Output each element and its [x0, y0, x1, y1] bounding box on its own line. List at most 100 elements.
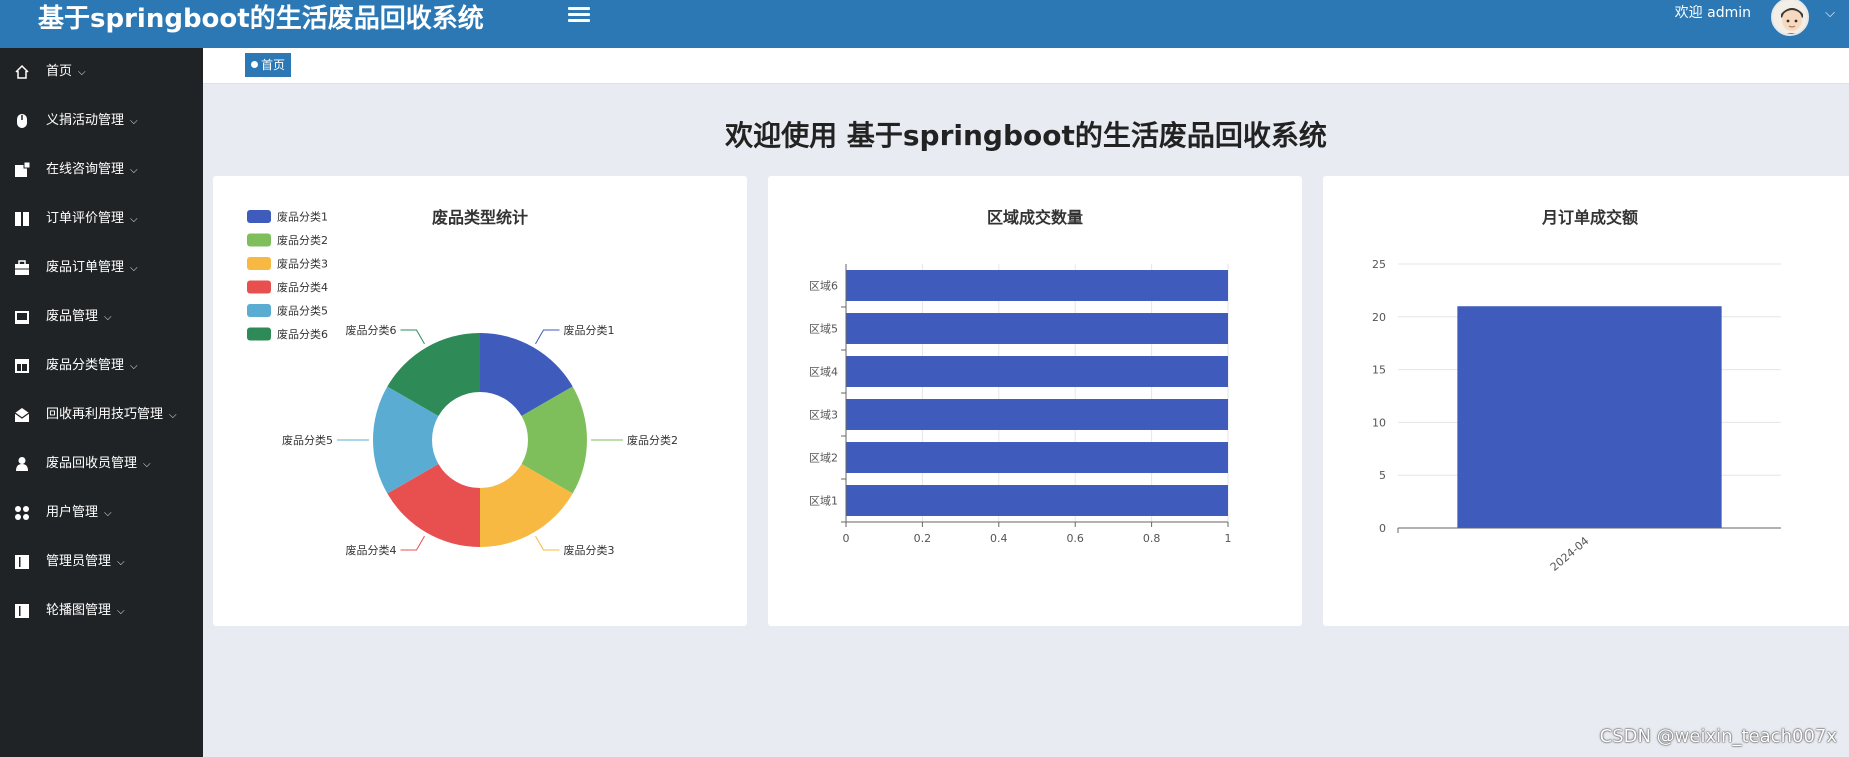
legend-swatch [247, 210, 271, 223]
sidebar-item-label: 义捐活动管理 [46, 113, 125, 128]
tab-bar: 首页 [203, 48, 1849, 84]
app-title: 基于springboot的生活废品回收系统 [38, 4, 484, 34]
legend-label: 废品分类5 [277, 304, 328, 318]
welcome-text: 欢迎 admin [1674, 5, 1751, 21]
legend-swatch [247, 280, 271, 294]
region-bar-chart: 区域成交数量 0 0.2 0.4 0.6 0.8 1 区域1 区域2 区域3 区域4 区域5 区域6 [809, 208, 1232, 545]
tick-label: 0.8 [1143, 532, 1161, 545]
pie-label-line [400, 329, 425, 345]
bar [846, 270, 1228, 301]
chevron-down-icon: ⌵ [117, 606, 125, 617]
top-header: 基于springboot的生活废品回收系统 欢迎 admin ⌵ [0, 0, 1849, 48]
book-icon [15, 555, 29, 569]
legend-label: 废品分类1 [277, 210, 328, 224]
tick-label: 0.4 [990, 532, 1008, 545]
tick-label: 0.2 [914, 532, 932, 545]
tick-label: 区域6 [809, 280, 838, 293]
bar [846, 399, 1228, 430]
sidebar-item-label: 废品回收员管理 [46, 456, 138, 471]
tick-label: 区域3 [809, 409, 838, 422]
chevron-down-icon: ⌵ [130, 263, 138, 274]
legend-label: 废品分类3 [277, 257, 328, 271]
chevron-down-icon: ⌵ [130, 214, 138, 225]
tick-label: 区域5 [809, 323, 838, 336]
tab-home-label: 首页 [261, 58, 286, 72]
sidebar-item-label: 废品管理 [46, 309, 99, 324]
legend-label: 废品分类2 [277, 233, 328, 247]
sidebar-item-users[interactable]: 用户管理 ⌵ [0, 495, 203, 531]
chevron-down-icon: ⌵ [104, 312, 112, 323]
active-dot-icon [251, 61, 258, 68]
users-icon [15, 506, 29, 520]
chevron-down-icon: ⌵ [117, 557, 125, 568]
bar [846, 485, 1228, 516]
sidebar-item-label: 用户管理 [46, 505, 99, 520]
sidebar-item-label: 废品分类管理 [46, 358, 125, 373]
layout-icon [15, 359, 29, 373]
bar [846, 356, 1228, 387]
tick-label: 2024-04 [1548, 534, 1592, 574]
chevron-down-icon: ⌵ [130, 361, 138, 372]
envelope-icon [14, 408, 30, 422]
book-icon [15, 604, 29, 618]
legend-swatch [247, 327, 271, 341]
mouse-icon [17, 114, 27, 128]
bar [846, 442, 1228, 473]
tick-label: 1 [1225, 532, 1232, 545]
sidebar-item-consultation[interactable]: 在线咨询管理 ⌵ [0, 152, 203, 188]
tick-label: 0 [843, 532, 850, 545]
legend-swatch [247, 257, 271, 270]
chevron-down-icon: ⌵ [130, 165, 138, 176]
menu-toggle-icon[interactable] [568, 4, 590, 26]
watermark: CSDN @weixin_teach007x [1599, 726, 1837, 747]
sidebar-item-label: 在线咨询管理 [46, 162, 125, 177]
chart-title: 区域成交数量 [987, 208, 1083, 227]
tab-home[interactable]: 首页 [245, 53, 292, 77]
monthly-bar-chart-card: 月订单成交额 0 5 10 15 20 25 2024-04 [1323, 176, 1849, 626]
pie-label: 废品分类5 [282, 433, 333, 447]
pie-label: 废品分类6 [346, 323, 397, 337]
sidebar-item-label: 废品订单管理 [46, 260, 125, 275]
sidebar-item-label: 回收再利用技巧管理 [46, 407, 164, 422]
pie-label: 废品分类2 [627, 433, 678, 447]
sidebar-item-admins[interactable]: 管理员管理 ⌵ [0, 544, 203, 580]
legend-label: 废品分类6 [277, 327, 328, 341]
user-menu-chevron-icon[interactable]: ⌵ [1825, 6, 1835, 21]
tray-icon [15, 311, 29, 324]
tick-label: 20 [1372, 311, 1386, 324]
sidebar-item-collector[interactable]: 废品回收员管理 ⌵ [0, 446, 203, 482]
sidebar-item-waste[interactable]: 废品管理 ⌵ [0, 299, 203, 335]
pie-chart-card: 废品类型统计 废品分类1 废品分类2 废品分类3 废品分类4 废品分类5 废品分类6 废品… [213, 176, 747, 626]
tick-label: 区域2 [809, 452, 838, 465]
pie-label: 废品分类4 [346, 543, 397, 557]
sidebar-item-home[interactable]: 首页 ⌵ [0, 54, 203, 90]
chevron-down-icon: ⌵ [169, 410, 177, 421]
home-icon [15, 64, 29, 79]
person-icon [16, 457, 28, 471]
tick-label: 25 [1372, 258, 1386, 271]
pie-label-line [535, 535, 560, 551]
briefcase-icon [15, 260, 29, 275]
chevron-down-icon: ⌵ [104, 508, 112, 519]
sidebar-item-label: 订单评价管理 [46, 211, 125, 226]
sidebar-item-waste-category[interactable]: 废品分类管理 ⌵ [0, 348, 203, 384]
chevron-down-icon: ⌵ [143, 459, 151, 470]
sidebar-item-donation-activity[interactable]: 义捐活动管理 ⌵ [0, 103, 203, 139]
tick-label: 15 [1372, 364, 1386, 377]
sidebar-item-recycling-tips[interactable]: 回收再利用技巧管理 ⌵ [0, 397, 203, 433]
sidebar-item-label: 管理员管理 [46, 554, 112, 569]
sidebar-item-carousel[interactable]: 轮播图管理 ⌵ [0, 593, 203, 629]
sidebar: 首页 ⌵ 义捐活动管理 ⌵ 在线咨询管理 ⌵ 订单评价管理 ⌵ 废品订单管理 ⌵ 废品管理… [0, 48, 203, 757]
legend-swatch [247, 233, 271, 247]
pie-chart: 废品类型统计 废品分类1 废品分类2 废品分类3 废品分类4 废品分类5 废品分类6 废品… [247, 208, 678, 557]
sidebar-item-label: 首页 [46, 64, 73, 79]
sidebar-item-order-review[interactable]: 订单评价管理 ⌵ [0, 201, 203, 237]
tick-label: 0.6 [1066, 532, 1084, 545]
pie-label: 废品分类3 [564, 543, 615, 557]
sidebar-item-waste-order[interactable]: 废品订单管理 ⌵ [0, 250, 203, 286]
pie-label-line [400, 535, 425, 551]
chevron-down-icon: ⌵ [78, 67, 86, 78]
avatar[interactable] [1771, 0, 1809, 36]
tick-label: 区域1 [809, 495, 838, 508]
region-bar-chart-card: 区域成交数量 0 0.2 0.4 0.6 0.8 1 区域1 区域2 区域3 区域4 区域5 区域6 [768, 176, 1302, 626]
